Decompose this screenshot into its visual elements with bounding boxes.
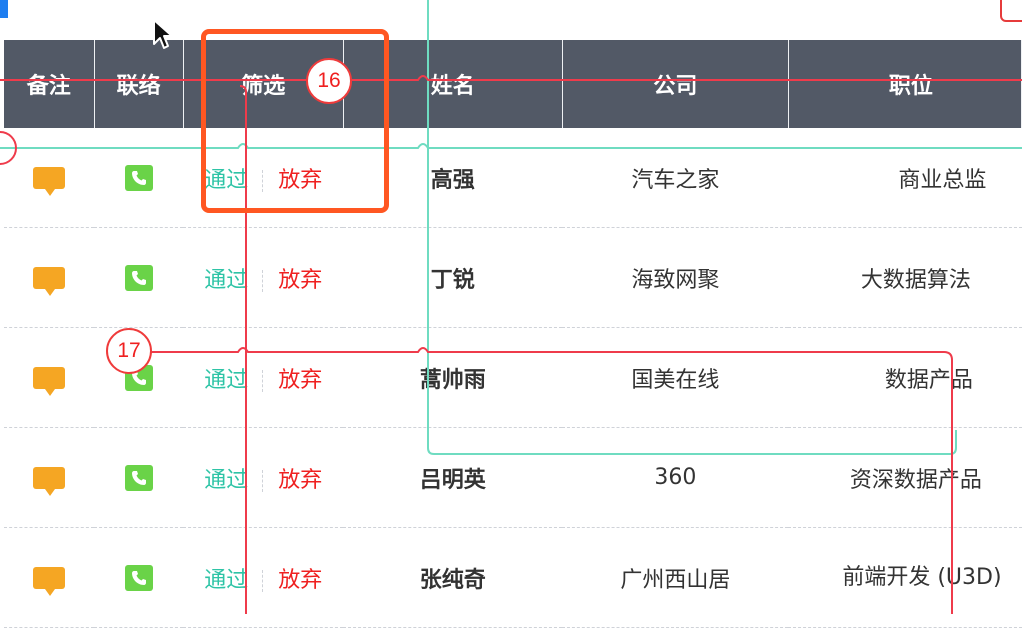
candidate-position: 资深数据产品 — [788, 427, 1022, 528]
table-row: 通过 放弃 吕明英 360 资深数据产品 — [4, 427, 1022, 528]
table-row: 通过 放弃 丁锐 海致网聚 大数据算法 — [4, 227, 1022, 328]
candidate-company: 国美在线 — [562, 327, 789, 428]
mouse-pointer-icon — [153, 19, 173, 49]
phone-icon[interactable] — [124, 164, 153, 191]
comment-icon[interactable] — [33, 467, 65, 496]
table-row: 通过 放弃 高强 汽车之家 商业总监 — [4, 128, 1022, 228]
candidate-name: 丁锐 — [343, 227, 563, 328]
comment-icon[interactable] — [33, 567, 65, 596]
filter-column-highlight — [201, 29, 389, 213]
pass-button[interactable]: 通过 — [204, 468, 248, 493]
drop-button[interactable]: 放弃 — [278, 468, 322, 493]
header-contact: 联络 — [94, 40, 184, 128]
drop-button[interactable]: 放弃 — [278, 368, 322, 393]
candidate-name: 张纯奇 — [343, 527, 563, 628]
candidate-position: 大数据算法 — [788, 227, 1022, 328]
annotation-box-fragment — [1000, 0, 1022, 22]
header-note: 备注 — [4, 40, 95, 128]
action-divider — [262, 469, 264, 492]
phone-icon[interactable] — [124, 264, 153, 291]
action-divider — [262, 269, 264, 292]
candidate-position: 数据产品 — [788, 327, 1022, 428]
drop-button[interactable]: 放弃 — [278, 568, 322, 593]
header-company: 公司 — [562, 40, 789, 128]
pass-button[interactable]: 通过 — [204, 268, 248, 293]
pass-button[interactable]: 通过 — [204, 568, 248, 593]
phone-icon[interactable] — [124, 564, 153, 591]
table-row: 通过 放弃 张纯奇 广州西山居 前端开发 (U3D) — [4, 527, 1022, 628]
candidate-company: 广州西山居 — [562, 527, 789, 628]
candidate-name: 蒿帅雨 — [343, 327, 563, 428]
annotation-badge-17: 17 — [106, 328, 152, 374]
table-row: 通过 放弃 蒿帅雨 国美在线 数据产品 — [4, 327, 1022, 428]
candidate-name: 吕明英 — [343, 427, 563, 528]
header-position: 职位 — [788, 40, 1022, 128]
comment-icon[interactable] — [33, 367, 65, 396]
pass-button[interactable]: 通过 — [204, 368, 248, 393]
candidate-position: 前端开发 (U3D) — [788, 527, 1022, 628]
phone-icon[interactable] — [124, 464, 153, 491]
annotation-badge-16: 16 — [306, 58, 352, 104]
action-divider — [262, 369, 264, 392]
candidate-position: 商业总监 — [788, 128, 1022, 228]
top-accent-bar — [0, 0, 8, 18]
candidate-company: 360 — [562, 427, 789, 528]
candidate-table: 备注 联络 筛选 姓名 公司 职位 通过 放弃 高强 汽车之家 商业总监 通过 放弃… — [4, 40, 1022, 628]
candidate-company: 汽车之家 — [562, 128, 789, 228]
comment-icon[interactable] — [33, 267, 65, 296]
action-divider — [262, 569, 264, 592]
drop-button[interactable]: 放弃 — [278, 268, 322, 293]
candidate-company: 海致网聚 — [562, 227, 789, 328]
comment-icon[interactable] — [33, 167, 65, 196]
table-header-row: 备注 联络 筛选 姓名 公司 职位 — [4, 40, 1022, 128]
